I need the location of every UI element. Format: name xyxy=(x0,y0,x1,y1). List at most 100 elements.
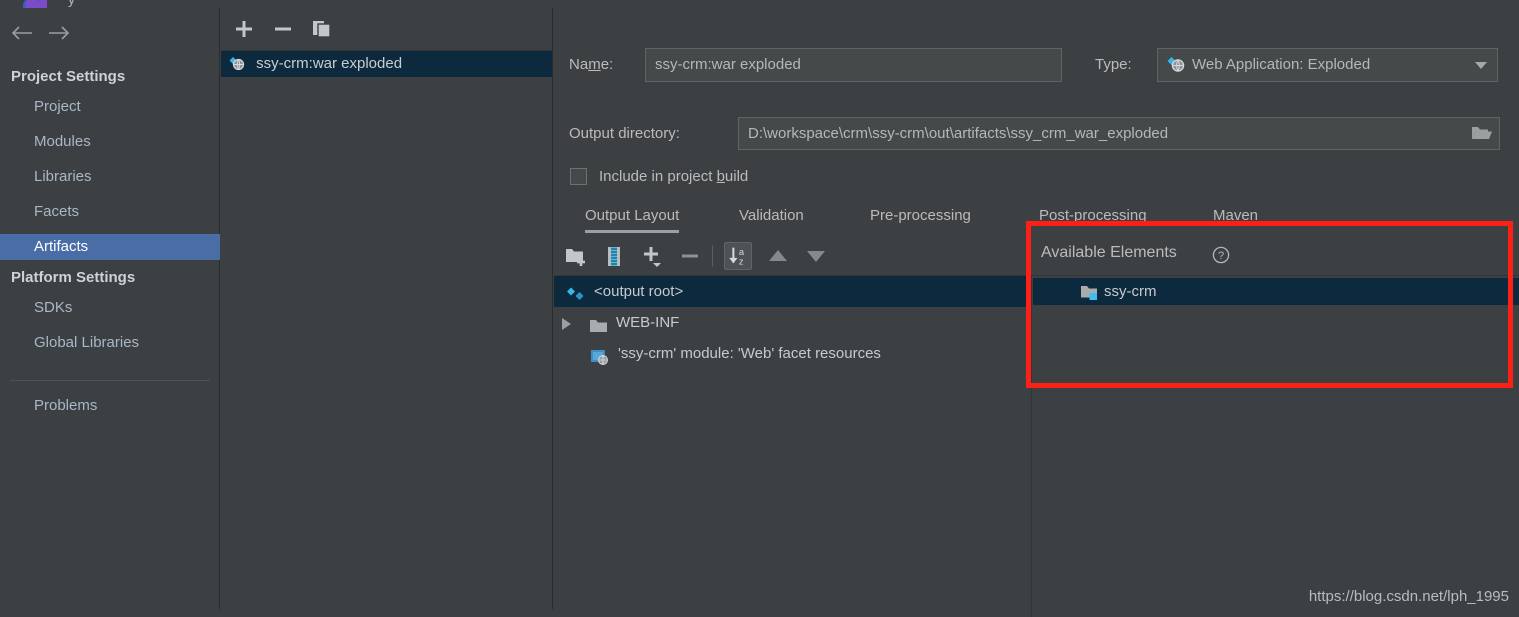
artifact-list-item[interactable]: ssy-crm:war exploded xyxy=(221,51,552,77)
sidebar-item-project[interactable]: Project xyxy=(0,94,220,120)
tab-pre-processing[interactable]: Pre-processing xyxy=(870,203,971,236)
artifact-tab-bar: Output Layout Validation Pre-processing … xyxy=(554,203,1519,236)
tab-output-layout[interactable]: Output Layout xyxy=(585,203,680,236)
tree-row-web-facet-resources[interactable]: 'ssy-crm' module: 'Web' facet resources xyxy=(554,338,1031,369)
tab-label: Maven xyxy=(1213,207,1259,224)
artifact-type-select[interactable]: Web Application: Exploded xyxy=(1157,48,1498,82)
sidebar-item-label: Modules xyxy=(34,133,91,150)
available-element-item[interactable]: ssy-crm xyxy=(1033,278,1519,305)
window-title-text: y xyxy=(68,0,75,7)
tree-row-label: 'ssy-crm' module: 'Web' facet resources xyxy=(618,345,881,362)
sidebar-item-global-libraries[interactable]: Global Libraries xyxy=(0,330,220,356)
minus-icon xyxy=(275,27,291,31)
tab-label: Pre-processing xyxy=(870,207,971,224)
tab-underline xyxy=(739,230,804,233)
include-label-head: Include in project xyxy=(599,168,717,185)
arrow-down-icon xyxy=(807,251,825,262)
tree-row-output-root[interactable]: <output root> xyxy=(554,276,1031,307)
tab-underline xyxy=(1213,230,1258,233)
tree-row-label: WEB-INF xyxy=(616,314,680,331)
sidebar-nav-buttons xyxy=(0,21,220,47)
sort-az-icon: a z xyxy=(729,247,745,266)
arrow-right-icon xyxy=(49,26,70,40)
artifacts-list-panel: ssy-crm:war exploded xyxy=(221,8,553,609)
sidebar-group-platform-settings: Platform Settings xyxy=(11,269,136,286)
artifact-list-item-label: ssy-crm:war exploded xyxy=(256,55,403,72)
include-label-tail: uild xyxy=(724,168,749,185)
artifact-type-value: Web Application: Exploded xyxy=(1192,56,1371,73)
tab-underline xyxy=(870,230,971,233)
web-application-exploded-icon xyxy=(1167,56,1186,78)
sidebar-item-label: Problems xyxy=(34,397,98,414)
artifacts-toolbar xyxy=(221,8,552,51)
remove-element-button[interactable] xyxy=(676,242,704,270)
tab-label: Post-processing xyxy=(1039,207,1147,224)
output-directory-label: Output directory: xyxy=(569,125,680,142)
archive-icon xyxy=(608,247,620,266)
sort-alphabetically-button[interactable]: a z xyxy=(724,242,752,270)
output-directory-input[interactable]: D:\workspace\crm\ssy-crm\out\artifacts\s… xyxy=(738,117,1500,150)
tab-label: Validation xyxy=(739,207,804,224)
sidebar-item-label: Artifacts xyxy=(34,238,89,255)
checkbox-label: Include in project build xyxy=(599,166,748,187)
tab-underline xyxy=(585,230,680,233)
sidebar-divider xyxy=(10,380,210,381)
copy-icon xyxy=(313,21,331,38)
include-label-mnemonic: b xyxy=(716,168,725,185)
name-label: Name: xyxy=(569,56,613,73)
intellij-logo-icon xyxy=(23,0,47,8)
sidebar-item-sdks[interactable]: SDKs xyxy=(0,295,220,321)
add-artifact-button[interactable] xyxy=(231,16,257,42)
move-down-button[interactable] xyxy=(802,242,830,270)
move-up-button[interactable] xyxy=(764,242,792,270)
forward-button[interactable] xyxy=(44,21,74,45)
watermark-text: https://blog.csdn.net/lph_1995 xyxy=(1308,588,1509,605)
sidebar-item-problems[interactable]: Problems xyxy=(0,393,220,419)
plus-icon xyxy=(236,21,252,37)
sidebar-item-facets[interactable]: Facets xyxy=(0,199,220,225)
sidebar-item-label: Project xyxy=(34,98,81,115)
module-folder-icon xyxy=(1080,283,1099,310)
sidebar-item-libraries[interactable]: Libraries xyxy=(0,164,220,190)
help-circle-icon[interactable]: ? xyxy=(1212,246,1230,264)
sidebar-item-label: Global Libraries xyxy=(34,334,140,351)
name-label-head: Na xyxy=(569,56,589,73)
minus-icon xyxy=(682,254,698,258)
sidebar-item-artifacts[interactable]: Artifacts xyxy=(0,234,220,260)
tree-row-web-inf[interactable]: WEB-INF xyxy=(554,307,1031,338)
back-button[interactable] xyxy=(8,21,38,45)
tab-validation[interactable]: Validation xyxy=(739,203,804,236)
settings-dialog: y Project Settings Project Module xyxy=(0,0,1519,617)
arrow-up-icon xyxy=(769,250,787,261)
web-application-exploded-icon xyxy=(229,54,246,80)
plus-dropdown-icon xyxy=(644,247,661,267)
tab-underline xyxy=(1039,230,1147,233)
svg-text:z: z xyxy=(739,256,744,266)
available-elements-header: Available Elements ? xyxy=(1032,237,1519,275)
settings-sidebar: Project Settings Project Modules Librari… xyxy=(0,8,220,609)
toolbar-separator xyxy=(712,245,713,267)
checkbox-box xyxy=(570,168,587,185)
sidebar-item-label: SDKs xyxy=(34,299,73,316)
expand-arrow-icon[interactable] xyxy=(562,318,571,330)
sidebar-item-label: Libraries xyxy=(34,168,92,185)
browse-output-directory-button[interactable] xyxy=(1466,118,1498,149)
sidebar-item-modules[interactable]: Modules xyxy=(0,129,220,155)
artifact-name-input[interactable]: ssy-crm:war exploded xyxy=(645,48,1062,82)
name-label-mnemonic: m xyxy=(588,56,601,73)
tab-post-processing[interactable]: Post-processing xyxy=(1039,203,1147,236)
copy-artifact-button[interactable] xyxy=(309,16,335,42)
type-label: Type: xyxy=(1095,56,1132,73)
create-directory-button[interactable] xyxy=(562,242,590,270)
available-element-label: ssy-crm xyxy=(1104,283,1157,300)
remove-artifact-button[interactable] xyxy=(270,16,296,42)
svg-text:?: ? xyxy=(1218,250,1224,262)
window-title-bar: y xyxy=(0,0,1519,8)
sidebar-item-label: Facets xyxy=(34,203,80,220)
tab-maven[interactable]: Maven xyxy=(1213,203,1258,236)
available-elements-title: Available Elements xyxy=(1041,244,1177,261)
web-facet-icon xyxy=(590,345,609,376)
create-archive-button[interactable] xyxy=(600,242,628,270)
output-layout-tree: <output root> WEB-INF 'ssy-crm' module: … xyxy=(554,237,1519,617)
add-element-button[interactable] xyxy=(638,242,666,270)
